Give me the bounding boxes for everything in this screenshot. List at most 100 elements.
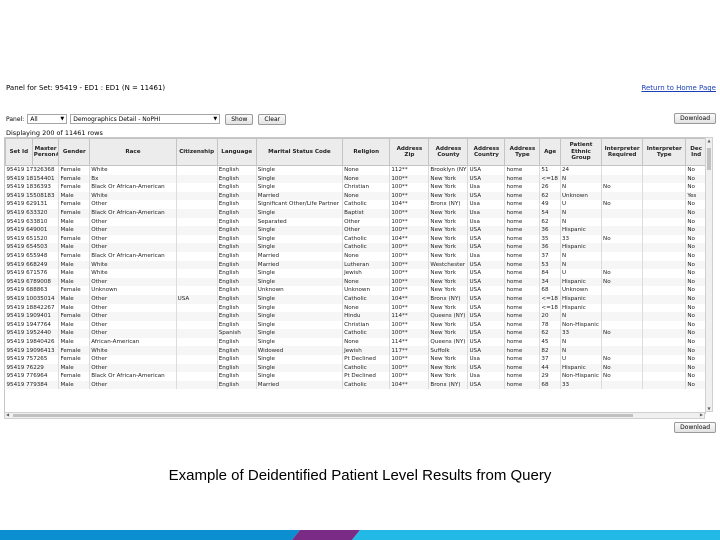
table-cell — [642, 243, 687, 252]
column-header[interactable]: Address County — [428, 138, 469, 166]
scroll-right-icon[interactable]: ▶ — [700, 412, 703, 417]
table-row[interactable]: 95419 17326368 Female White English Single No… — [5, 165, 705, 175]
table-cell: English — [217, 191, 257, 201]
column-header[interactable]: Patient Ethnic Group — [559, 138, 603, 166]
table-row[interactable]: 95419 633320 Female Black Or African-Ameri… — [5, 208, 705, 218]
column-header[interactable]: Interpreter Type — [642, 138, 687, 166]
scroll-down-icon[interactable]: ▼ — [706, 406, 712, 411]
table-cell: White — [89, 191, 177, 201]
table-cell: None — [342, 191, 391, 201]
table-cell: New York — [428, 208, 469, 218]
table-cell: N — [560, 260, 603, 270]
table-cell: 104** — [389, 234, 430, 244]
scroll-left-icon[interactable]: ◀ — [6, 412, 9, 417]
download-button-top[interactable]: Download — [674, 113, 716, 124]
column-header[interactable]: Interpreter Required — [601, 138, 644, 166]
table-cell: 100** — [389, 303, 430, 313]
table-cell — [601, 294, 644, 304]
table-row[interactable]: 95419 1947764 Male Other English Single Chris… — [5, 320, 705, 330]
table-row[interactable]: 95419 6789008 Male Other English Single None 1… — [5, 277, 705, 287]
column-header[interactable]: Gender — [58, 138, 91, 166]
scroll-up-icon[interactable]: ▲ — [706, 138, 712, 143]
clear-button[interactable]: Clear — [258, 113, 287, 125]
table-cell — [176, 260, 218, 270]
column-header[interactable]: Dec Ind — [685, 138, 705, 166]
table-cell: 20 — [539, 312, 561, 321]
table-cell: 82 — [539, 346, 561, 356]
table-cell: Other — [89, 329, 177, 338]
table-row[interactable]: 95419 1836393 Female Black Or African-Amer… — [5, 183, 705, 192]
table-row[interactable]: 95419 654503 Male Other English Single Cathol… — [5, 243, 705, 252]
table-row[interactable]: 95419 649001 Male Other English Single Other 1… — [5, 226, 705, 235]
table-cell: USA — [467, 286, 506, 295]
table-cell: Single — [256, 277, 344, 287]
table-row[interactable]: 95419 19840426 Male African-American Englis… — [5, 337, 705, 347]
table-cell: Westchester — [428, 260, 469, 270]
column-header[interactable]: Set Id — [5, 138, 33, 166]
table-row[interactable]: 95419 633810 Male Other English Separated Oth… — [5, 217, 705, 227]
table-cell — [176, 174, 218, 184]
download-button-bottom[interactable]: Download — [674, 422, 716, 433]
return-home-link[interactable]: Return to Home Page — [641, 84, 716, 92]
column-header[interactable]: Language — [216, 138, 257, 166]
table-cell: Lutheran — [342, 260, 391, 270]
table-row[interactable]: 95419 1909401 Female Other English Single Hin… — [5, 312, 705, 321]
table-cell: No — [685, 174, 705, 184]
table-row[interactable]: 95419 776964 Female Black Or African-Ameri… — [5, 372, 705, 381]
table-row[interactable]: 95419 757265 Female Other English Single Pt D… — [5, 355, 705, 364]
view-select[interactable]: Demographics Detail - NoPHI ▼ — [70, 114, 221, 124]
table-row[interactable]: 95419 779384 Male Other English Married Catho… — [5, 380, 705, 390]
panel-select[interactable]: All ▼ — [27, 114, 68, 124]
table-row[interactable]: 95419 655948 Female Black Or African-Ameri… — [5, 251, 705, 261]
table-row[interactable]: 95419 671576 Male White English Single Jewish… — [5, 269, 705, 278]
table-cell — [642, 320, 687, 330]
table-row[interactable]: 95419 688863 Female Unknown English Unknown U… — [5, 286, 705, 295]
table-cell: No — [685, 312, 705, 321]
table-cell: Hispanic — [560, 303, 603, 313]
table-cell: Black Or African-American — [89, 251, 177, 261]
table-row[interactable]: 95419 651520 Female Other English Single Cath… — [5, 234, 705, 244]
table-row[interactable]: 95419 668249 Male White English Married Luthe… — [5, 260, 705, 270]
table-cell — [601, 260, 644, 270]
show-button[interactable]: Show — [225, 113, 254, 125]
vertical-scrollbar[interactable]: ▲ ▼ — [705, 137, 713, 412]
table-cell: Single — [256, 234, 344, 244]
table-row[interactable]: 95419 1952440 Male Other Spanish Single Catho… — [5, 329, 705, 338]
column-header[interactable]: Race — [89, 138, 177, 166]
column-header[interactable]: Master Person# — [31, 138, 60, 166]
panel-select-value: All — [30, 115, 38, 123]
table-cell — [642, 286, 687, 295]
table-cell — [601, 320, 644, 330]
column-header[interactable]: Religion — [342, 138, 391, 166]
table-row[interactable]: 95419 18842267 Male Other English Single None… — [5, 303, 705, 313]
table-cell — [642, 363, 687, 373]
table-row[interactable]: 95419 629131 Female Other English Significan… — [5, 200, 705, 209]
table-cell: Male — [58, 320, 91, 330]
table-cell — [642, 269, 687, 278]
horizontal-scroll-thumb[interactable] — [13, 414, 633, 417]
column-header[interactable]: Address Type — [504, 138, 541, 166]
table-cell: English — [217, 355, 257, 364]
table-row[interactable]: 95419 15508183 Male White English Married Non… — [5, 191, 705, 201]
table-cell: Hispanic — [560, 226, 603, 235]
table-cell — [176, 329, 218, 338]
column-header[interactable]: Citizenship — [175, 138, 218, 166]
table-cell: home — [504, 260, 541, 270]
table-row[interactable]: 95419 76229 Male Other English Single Catholi… — [5, 363, 705, 373]
horizontal-scrollbar[interactable]: ◀ ▶ — [4, 412, 705, 419]
column-header[interactable]: Address Zip — [389, 138, 430, 166]
column-header[interactable]: Marital Status Code — [255, 138, 344, 166]
table-cell: home — [504, 183, 541, 192]
table-row[interactable]: 95419 19096413 Female White English Widowed J… — [5, 346, 705, 356]
vertical-scroll-thumb[interactable] — [707, 148, 711, 170]
table-cell: Widowed — [256, 346, 344, 356]
column-header[interactable]: Address Country — [467, 138, 506, 166]
column-header[interactable]: Age — [539, 138, 561, 166]
table-cell: Female — [58, 251, 91, 261]
table-cell — [601, 165, 644, 175]
table-row[interactable]: 95419 18154401 Female Bx English Single None 1… — [5, 174, 705, 184]
table-cell: English — [217, 312, 257, 321]
table-cell: 33 — [560, 329, 603, 338]
table-row[interactable]: 95419 10035014 Male Other USA English Single C… — [5, 294, 705, 304]
table-cell: Jewish — [342, 269, 391, 278]
